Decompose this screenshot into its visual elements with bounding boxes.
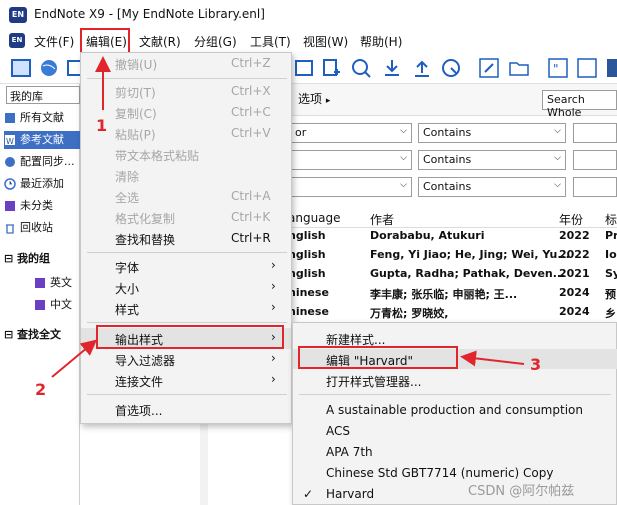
annotation-number-2: 2: [35, 380, 47, 399]
annotation-arrows: [51, 56, 525, 378]
annotation-number-3: 3: [530, 355, 542, 374]
annotation-number-1: 1: [96, 116, 108, 135]
arrow-2: [51, 339, 98, 378]
arrow-3: [460, 350, 525, 367]
watermark: CSDN @阿尔帕兹: [468, 484, 575, 499]
